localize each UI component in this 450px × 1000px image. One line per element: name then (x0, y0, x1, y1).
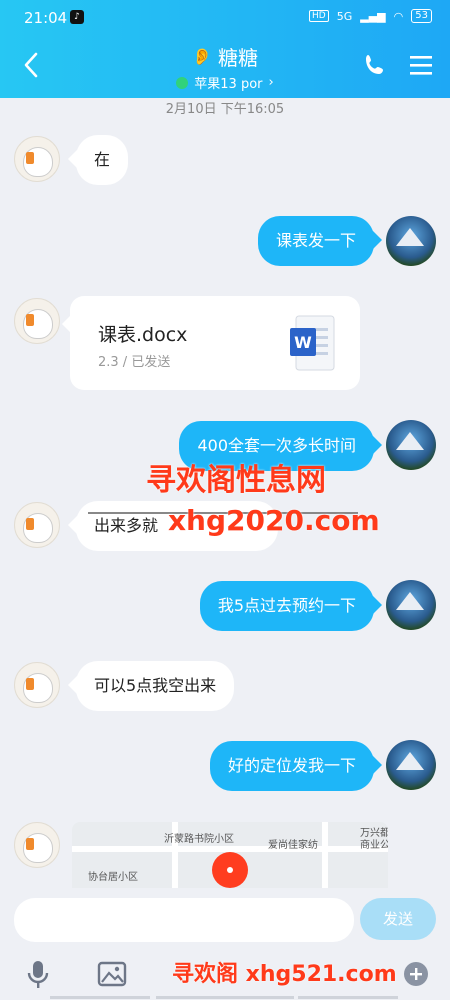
message-input[interactable] (14, 898, 354, 942)
contact-avatar[interactable] (14, 298, 60, 344)
watermark-text: 寻欢阁性息网 (146, 463, 326, 498)
plus-icon[interactable] (400, 958, 432, 990)
contact-avatar[interactable] (14, 136, 60, 182)
battery-icon: 53 (411, 9, 432, 23)
message-bubble-left[interactable]: 可以5点我空出来 (67, 661, 235, 711)
map-label: 协台居小区 (88, 872, 138, 883)
contact-avatar[interactable] (14, 822, 60, 868)
map-label: 商业公 (360, 840, 388, 851)
word-document-icon: W (290, 315, 335, 371)
device-label: 苹果13 por (194, 77, 263, 92)
status-bar: 21:04 ♪ HD 5G ▂▄▆ ◠ 53 (0, 0, 450, 36)
send-button[interactable]: 发送 (360, 898, 436, 940)
my-avatar[interactable] (386, 216, 436, 266)
toolbar-divider (50, 996, 150, 999)
contact-avatar[interactable] (14, 502, 60, 548)
map-label: 爱尚佳家纺 (268, 840, 318, 851)
watermark-text: 寻欢阁 xhg521.com (172, 962, 397, 987)
contact-name: 糖糖 (217, 46, 258, 70)
file-message[interactable]: 课表.docx 2.3 / 已发送 W (62, 296, 360, 390)
location-map-message[interactable]: 沂蒙路书院小区 爱尚佳家纺 协台居小区 万兴都 商业公 (72, 822, 388, 888)
my-avatar[interactable] (386, 420, 436, 470)
watermark-text: xhg2020.com (168, 504, 380, 537)
image-icon[interactable] (96, 958, 128, 990)
message-text: 出来多就 (94, 516, 159, 535)
message-bubble-left[interactable]: 在 (67, 135, 129, 185)
menu-icon (410, 56, 432, 75)
signal-icon: ▂▄▆ (360, 9, 386, 23)
my-avatar[interactable] (386, 740, 436, 790)
file-meta: 2.3 / 已发送 (98, 355, 171, 370)
mic-icon[interactable] (22, 958, 54, 990)
wifi-icon: ◠ (393, 9, 404, 23)
contact-avatar[interactable] (14, 662, 60, 708)
message-bubble-right[interactable]: 课表发一下 (257, 216, 383, 266)
hearing-icon: 👂 (192, 47, 212, 66)
message-bubble-right[interactable]: 我5点过去预约一下 (199, 581, 383, 631)
svg-text:W: W (294, 333, 312, 352)
my-avatar[interactable] (386, 580, 436, 630)
chevron-right-icon: › (268, 75, 274, 90)
contact-title: 👂 糖糖 (192, 42, 258, 71)
toolbar-divider (298, 996, 398, 999)
network-label: 5G (336, 9, 353, 23)
status-icons: HD 5G ▂▄▆ ◠ 53 (309, 9, 432, 23)
file-name: 课表.docx (98, 324, 188, 346)
hd-label: HD (309, 10, 329, 22)
call-button[interactable] (362, 52, 388, 78)
map-label: 沂蒙路书院小区 (164, 834, 234, 845)
online-status-icon (176, 76, 189, 89)
toolbar-divider (156, 996, 294, 999)
message-timestamp: 2月10日 下午16:05 (165, 102, 285, 117)
phone-icon (366, 55, 383, 74)
contact-status: 苹果13 por › (176, 73, 274, 92)
menu-button[interactable] (408, 52, 434, 78)
tiktok-icon: ♪ (70, 10, 84, 24)
chat-header: 👂 糖糖 苹果13 por › (0, 36, 450, 98)
status-time: 21:04 (24, 9, 68, 27)
location-pin-icon (212, 852, 248, 888)
input-bar: 发送 (0, 888, 450, 950)
message-bubble-right[interactable]: 好的定位发我一下 (209, 741, 383, 791)
